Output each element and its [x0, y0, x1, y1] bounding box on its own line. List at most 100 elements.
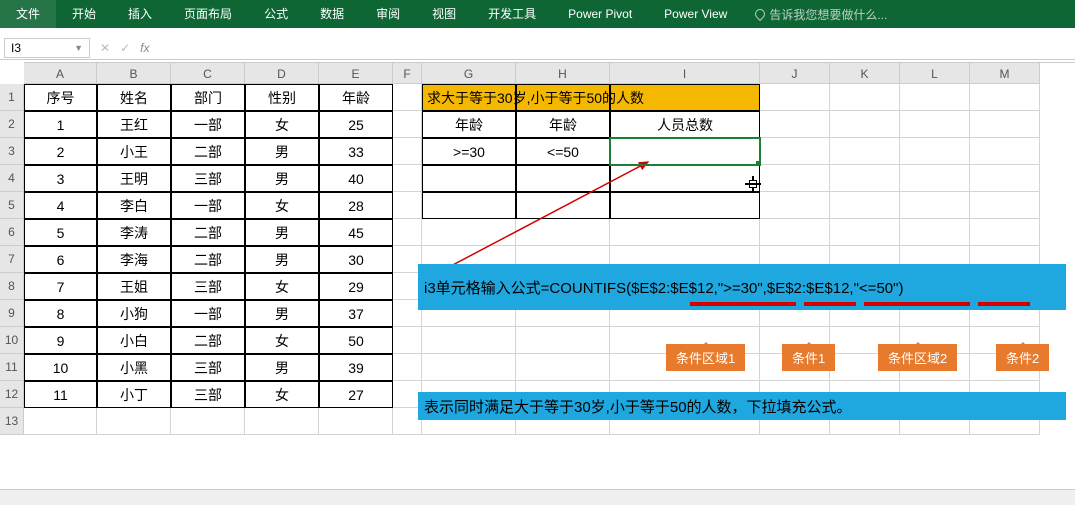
cell[interactable]: 小丁	[97, 381, 171, 408]
cell[interactable]: 一部	[171, 111, 245, 138]
cell[interactable]	[422, 219, 516, 246]
cell[interactable]: 女	[245, 192, 319, 219]
tab-home[interactable]: 开始	[56, 0, 112, 28]
cell[interactable]	[24, 408, 97, 435]
cell[interactable]: 年龄	[319, 84, 393, 111]
tab-data[interactable]: 数据	[304, 0, 360, 28]
col-B[interactable]: B	[97, 63, 171, 84]
cell[interactable]: 50	[319, 327, 393, 354]
cell[interactable]	[970, 138, 1040, 165]
cell[interactable]	[900, 219, 970, 246]
cell[interactable]	[970, 84, 1040, 111]
cell[interactable]	[516, 192, 610, 219]
row-header[interactable]: 11	[0, 354, 24, 381]
cell[interactable]: 女	[245, 381, 319, 408]
cell[interactable]	[900, 138, 970, 165]
fx-icon[interactable]: fx	[140, 41, 149, 55]
col-M[interactable]: M	[970, 63, 1040, 84]
col-K[interactable]: K	[830, 63, 900, 84]
cell[interactable]	[516, 354, 610, 381]
tab-pagelayout[interactable]: 页面布局	[168, 0, 248, 28]
cell[interactable]	[830, 165, 900, 192]
cell[interactable]: 年龄	[516, 111, 610, 138]
cell[interactable]	[422, 192, 516, 219]
cell[interactable]	[516, 327, 610, 354]
col-I[interactable]: I	[610, 63, 760, 84]
cell[interactable]: 女	[245, 111, 319, 138]
row-header[interactable]: 10	[0, 327, 24, 354]
cell[interactable]: 二部	[171, 246, 245, 273]
cell[interactable]	[970, 192, 1040, 219]
row-header[interactable]: 13	[0, 408, 24, 435]
cell[interactable]: 王红	[97, 111, 171, 138]
cell[interactable]: 39	[319, 354, 393, 381]
cell[interactable]	[516, 165, 610, 192]
cell[interactable]: 6	[24, 246, 97, 273]
cell[interactable]: 33	[319, 138, 393, 165]
cell[interactable]: 王姐	[97, 273, 171, 300]
tab-review[interactable]: 审阅	[360, 0, 416, 28]
cell[interactable]: 25	[319, 111, 393, 138]
cell[interactable]	[393, 84, 422, 111]
cell[interactable]	[393, 327, 422, 354]
cell[interactable]: 姓名	[97, 84, 171, 111]
cell[interactable]	[830, 138, 900, 165]
cell[interactable]: <=50	[516, 138, 610, 165]
cell[interactable]: 小黑	[97, 354, 171, 381]
col-E[interactable]: E	[319, 63, 393, 84]
cell[interactable]: 二部	[171, 327, 245, 354]
cell[interactable]	[610, 192, 760, 219]
row-header[interactable]: 3	[0, 138, 24, 165]
cell[interactable]: 性别	[245, 84, 319, 111]
cell[interactable]	[393, 138, 422, 165]
cell[interactable]	[760, 111, 830, 138]
cell[interactable]	[610, 219, 760, 246]
cell[interactable]: 40	[319, 165, 393, 192]
cell[interactable]	[760, 84, 830, 111]
cell[interactable]	[900, 192, 970, 219]
cell[interactable]: 人员总数	[610, 111, 760, 138]
cell[interactable]	[760, 165, 830, 192]
cell[interactable]: 小王	[97, 138, 171, 165]
cell[interactable]: 王明	[97, 165, 171, 192]
cell[interactable]	[900, 84, 970, 111]
cell[interactable]: 部门	[171, 84, 245, 111]
cell[interactable]: 30	[319, 246, 393, 273]
cell[interactable]: 二部	[171, 138, 245, 165]
cell[interactable]	[900, 111, 970, 138]
tab-formulas[interactable]: 公式	[248, 0, 304, 28]
cell[interactable]: 11	[24, 381, 97, 408]
tab-view[interactable]: 视图	[416, 0, 472, 28]
cell[interactable]: >=30	[422, 138, 516, 165]
cell[interactable]: 3	[24, 165, 97, 192]
col-A[interactable]: A	[24, 63, 97, 84]
cell[interactable]	[422, 327, 516, 354]
cell[interactable]: 女	[245, 273, 319, 300]
cell[interactable]	[830, 192, 900, 219]
cell[interactable]	[245, 408, 319, 435]
cell[interactable]: 45	[319, 219, 393, 246]
cell[interactable]: 男	[245, 354, 319, 381]
cell[interactable]	[171, 408, 245, 435]
cell[interactable]: 28	[319, 192, 393, 219]
cell[interactable]	[610, 138, 760, 165]
cell[interactable]: 小白	[97, 327, 171, 354]
cell[interactable]: 10	[24, 354, 97, 381]
cell[interactable]: 男	[245, 300, 319, 327]
row-header[interactable]: 9	[0, 300, 24, 327]
cell[interactable]: 27	[319, 381, 393, 408]
row-header[interactable]: 12	[0, 381, 24, 408]
cell[interactable]: 二部	[171, 219, 245, 246]
cell[interactable]: 年龄	[422, 111, 516, 138]
tab-insert[interactable]: 插入	[112, 0, 168, 28]
cell[interactable]	[900, 165, 970, 192]
col-J[interactable]: J	[760, 63, 830, 84]
col-H[interactable]: H	[516, 63, 610, 84]
cell[interactable]	[97, 408, 171, 435]
cell[interactable]: 三部	[171, 165, 245, 192]
cell[interactable]	[830, 219, 900, 246]
cell[interactable]: 男	[245, 246, 319, 273]
row-header[interactable]: 2	[0, 111, 24, 138]
cell[interactable]	[830, 84, 900, 111]
cell[interactable]	[970, 111, 1040, 138]
